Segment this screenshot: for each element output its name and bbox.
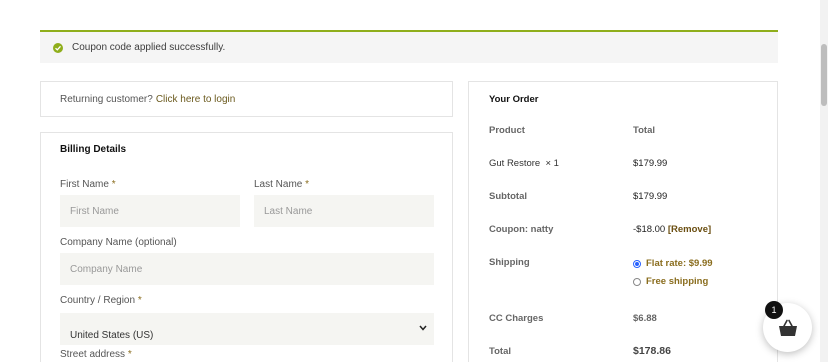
order-item-name: Gut Restore × 1 — [489, 158, 559, 169]
coupon-label: Coupon: natty — [489, 224, 554, 235]
total-value: $178.86 — [633, 345, 671, 357]
subtotal-value: $179.99 — [633, 191, 668, 202]
total-label: Total — [489, 346, 511, 357]
shipping-label: Shipping — [489, 257, 530, 268]
page-scrollbar[interactable] — [820, 0, 828, 362]
coupon-success-notice: Coupon code applied successfully. — [40, 30, 778, 63]
company-name-input[interactable]: Company Name — [60, 253, 434, 285]
cc-charges-value: $6.88 — [633, 313, 657, 324]
shipping-option-free[interactable]: Free shipping — [633, 276, 708, 287]
last-name-label: Last Name * — [254, 179, 310, 190]
country-select[interactable]: United States (US) — [60, 313, 434, 345]
total-column-header: Total — [633, 125, 655, 136]
shipping-option-flat-rate[interactable]: Flat rate: $9.99 — [633, 258, 713, 269]
first-name-label: First Name * — [60, 179, 116, 190]
check-circle-icon — [53, 42, 63, 53]
last-name-input[interactable]: Last Name — [254, 195, 434, 227]
radio-selected[interactable] — [633, 259, 641, 268]
order-summary-panel: Your Order Product Total Gut Restore × 1… — [468, 81, 778, 362]
billing-title: Billing Details — [60, 144, 127, 155]
billing-details-panel: Billing Details First Name * First Name … — [40, 132, 453, 362]
street-address-label: Street address * — [60, 349, 132, 360]
radio-unselected[interactable] — [633, 277, 641, 286]
order-item-price: $179.99 — [633, 158, 668, 169]
product-column-header: Product — [489, 125, 525, 136]
order-title: Your Order — [489, 94, 539, 105]
login-link[interactable]: Click here to login — [156, 94, 235, 105]
scrollbar-thumb[interactable] — [821, 44, 827, 106]
shopping-basket-icon — [778, 319, 797, 336]
country-label: Country / Region * — [60, 295, 142, 306]
first-name-input[interactable]: First Name — [60, 195, 240, 227]
cc-charges-label: CC Charges — [489, 313, 544, 324]
notice-message: Coupon code applied successfully. — [72, 42, 226, 53]
returning-customer-box: Returning customer? Click here to login — [40, 81, 453, 117]
company-name-label: Company Name (optional) — [60, 237, 177, 248]
coupon-value: -$18.00 [Remove] — [633, 224, 712, 235]
subtotal-label: Subtotal — [489, 191, 527, 202]
returning-customer-text: Returning customer? — [60, 93, 153, 105]
chevron-down-icon — [419, 325, 427, 331]
cart-count-badge: 1 — [765, 301, 783, 319]
remove-coupon-link[interactable]: [Remove] — [668, 224, 711, 235]
